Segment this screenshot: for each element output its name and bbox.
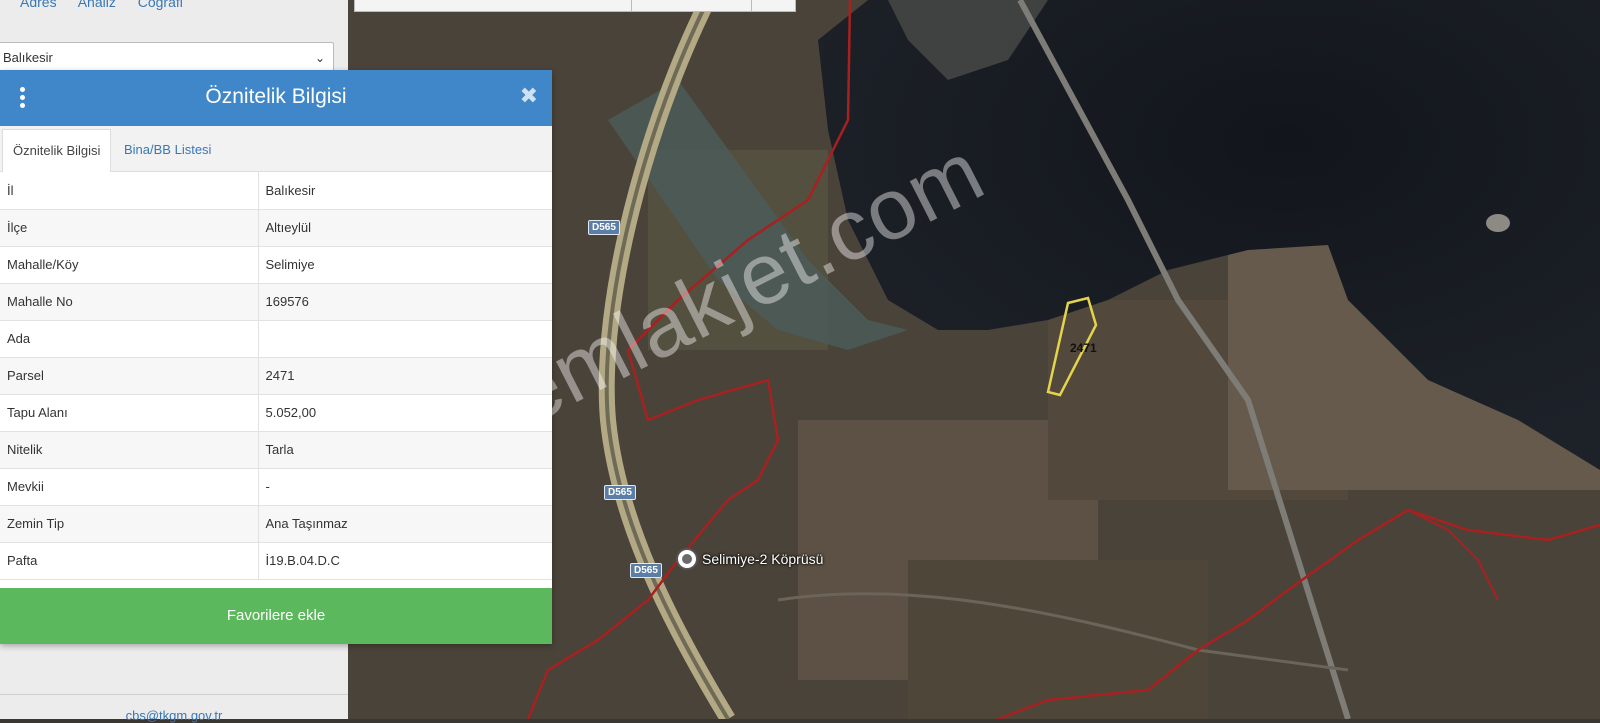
poi-selimiye-bridge[interactable]: Selimiye-2 Köprüsü: [678, 550, 823, 568]
road-badge-d565: D565: [604, 485, 636, 500]
attr-value: 169576: [258, 283, 552, 321]
attr-value: [258, 320, 552, 358]
link-cografi[interactable]: Coğrafi: [138, 0, 183, 10]
parcel-number-label: 2471: [1070, 341, 1097, 355]
table-row: İlçe Altıeylül: [0, 209, 552, 247]
attr-value: Selimiye: [258, 246, 552, 284]
sidebar-divider: [0, 694, 348, 695]
road-badge-d565: D565: [588, 220, 620, 235]
table-row: Ada: [0, 320, 552, 358]
attr-key: Pafta: [0, 542, 259, 580]
attr-key: İl: [0, 172, 259, 210]
attr-key: Tapu Alanı: [0, 394, 259, 432]
contact-email-link[interactable]: cbs@tkgm.gov.tr: [0, 708, 348, 723]
tab-attribute-info[interactable]: Öznitelik Bilgisi: [2, 129, 112, 172]
province-select-value: Balıkesir: [3, 50, 53, 65]
attr-value: Tarla: [258, 431, 552, 469]
attr-value: Altıeylül: [258, 209, 552, 247]
attr-value: Balıkesir: [258, 172, 552, 210]
attr-value: İ19.B.04.D.C: [258, 542, 552, 580]
popup-header: Öznitelik Bilgisi ✖: [0, 70, 552, 126]
province-select[interactable]: Balıkesir ⌄: [0, 42, 334, 72]
attr-key: Zemin Tip: [0, 505, 259, 543]
attr-key: Mahalle No: [0, 283, 259, 321]
table-row: Tapu Alanı 5.052,00: [0, 394, 552, 432]
attr-key: Nitelik: [0, 431, 259, 469]
attr-key: Mahalle/Köy: [0, 246, 259, 284]
map-pin-icon: [678, 550, 696, 568]
table-row: Mahalle No 169576: [0, 283, 552, 321]
sidebar-top-links: Adres Analiz Coğrafi: [20, 0, 201, 10]
attribute-info-popup: Öznitelik Bilgisi ✖ Öznitelik Bilgisi Bi…: [0, 70, 552, 644]
table-row: Mahalle/Köy Selimiye: [0, 246, 552, 284]
attr-value: 5.052,00: [258, 394, 552, 432]
table-row: Parsel 2471: [0, 357, 552, 395]
attr-key: İlçe: [0, 209, 259, 247]
attr-value: Ana Taşınmaz: [258, 505, 552, 543]
attribute-table: İl Balıkesir İlçe Altıeylül Mahalle/Köy Sel…: [0, 172, 552, 580]
popup-tabs: Öznitelik Bilgisi Bina/BB Listesi: [0, 126, 552, 172]
link-adres[interactable]: Adres: [20, 0, 57, 10]
attr-value: -: [258, 468, 552, 506]
table-row: Mevkii -: [0, 468, 552, 506]
chevron-down-icon: ⌄: [314, 51, 325, 65]
popup-title: Öznitelik Bilgisi: [205, 85, 347, 108]
table-row: Pafta İ19.B.04.D.C: [0, 542, 552, 580]
attr-key: Ada: [0, 320, 259, 358]
link-analiz[interactable]: Analiz: [78, 0, 116, 10]
map-toolbar[interactable]: [354, 0, 796, 12]
road-badge-d565: D565: [630, 563, 662, 578]
table-row: Nitelik Tarla: [0, 431, 552, 469]
tab-building-list[interactable]: Bina/BB Listesi: [114, 129, 221, 171]
attr-key: Parsel: [0, 357, 259, 395]
poi-label: Selimiye-2 Köprüsü: [702, 551, 824, 567]
attr-value: 2471: [258, 357, 552, 395]
table-row: Zemin Tip Ana Taşınmaz: [0, 505, 552, 543]
add-to-favorites-button[interactable]: Favorilere ekle: [0, 588, 552, 644]
close-icon[interactable]: ✖: [520, 83, 538, 109]
attr-key: Mevkii: [0, 468, 259, 506]
table-row: İl Balıkesir: [0, 172, 552, 210]
